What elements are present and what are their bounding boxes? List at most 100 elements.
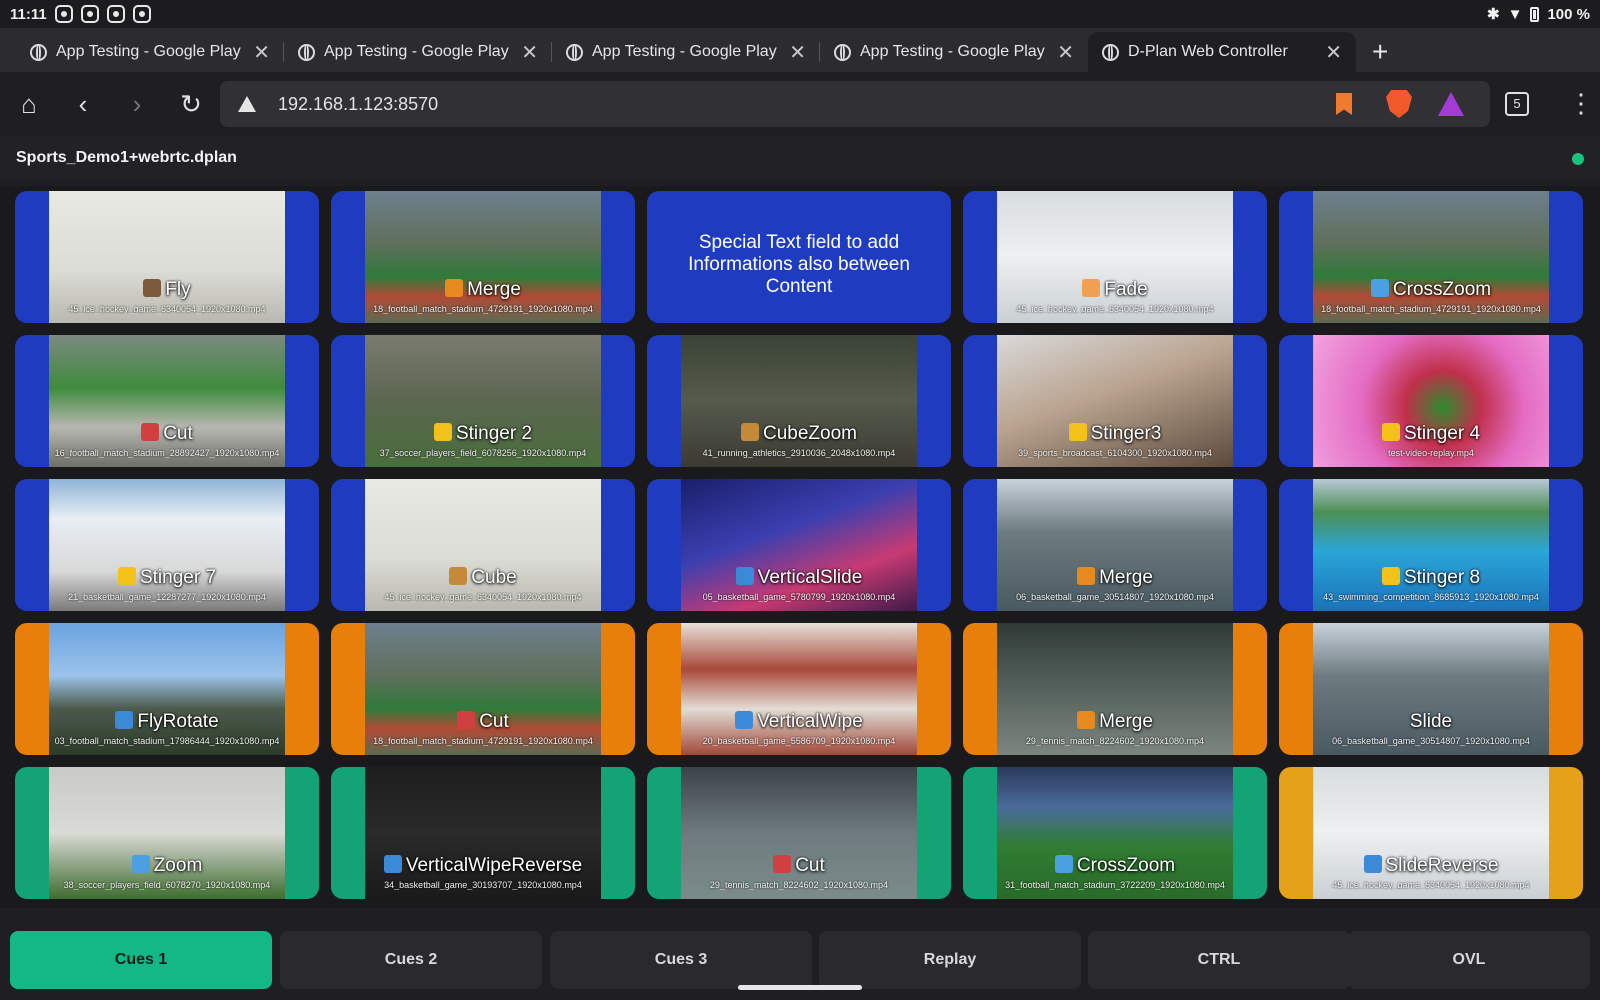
cue-button[interactable]: Stinger 2 37_soccer_players_field_6078256… bbox=[331, 335, 635, 467]
tab-cues-1[interactable]: Cues 1 bbox=[10, 931, 272, 989]
left-arrow-icon bbox=[1363, 855, 1382, 873]
cue-button[interactable]: Cut 16_football_match_stadium_28892427_19… bbox=[15, 335, 319, 467]
down-arrow-icon bbox=[735, 711, 754, 729]
cue-label: Stinger 7 bbox=[15, 567, 319, 589]
tab-replay[interactable]: Replay bbox=[819, 931, 1081, 989]
cue-button[interactable]: CrossZoom 18_football_match_stadium_47291… bbox=[1279, 191, 1583, 323]
tab-ovl[interactable]: OVL bbox=[1348, 931, 1590, 989]
close-icon[interactable]: ✕ bbox=[521, 40, 538, 65]
cue-button[interactable]: Merge 29_tennis_match_8224602_1920x1080.m… bbox=[963, 623, 1267, 755]
brave-shields-icon[interactable] bbox=[1386, 90, 1412, 118]
cue-label: Slide bbox=[1279, 711, 1583, 733]
tab-ctrl[interactable]: CTRL bbox=[1088, 931, 1350, 989]
tab-cues-2[interactable]: Cues 2 bbox=[280, 931, 542, 989]
url-text[interactable]: 192.168.1.123:8570 bbox=[278, 94, 1336, 115]
cue-text: Special Text field to add Informations a… bbox=[688, 232, 910, 297]
cue-filename: 39_sports_broadcast_6104300_1920x1080.mp… bbox=[1018, 448, 1212, 458]
tab-title: D-Plan Web Controller bbox=[1128, 43, 1288, 60]
cue-filename: 45_ice_hockey_game_6340054_1920x1080.mp4 bbox=[384, 592, 582, 602]
reload-icon[interactable]: ↻ bbox=[164, 77, 218, 131]
close-icon[interactable]: ✕ bbox=[253, 40, 270, 65]
cue-button[interactable]: FlyRotate 03_football_match_stadium_17986… bbox=[15, 623, 319, 755]
home-icon[interactable]: ⌂ bbox=[2, 77, 56, 131]
browser-tab[interactable]: App Testing - Google Play ✕ bbox=[16, 32, 284, 72]
cue-transition-name: FlyRotate bbox=[137, 711, 219, 732]
cue-transition-name: VerticalWipe bbox=[757, 711, 863, 732]
cue-button[interactable]: SlideReverse 45_ice_hockey_game_6340054_1… bbox=[1279, 767, 1583, 899]
cue-button[interactable]: CrossZoom 31_football_match_stadium_37222… bbox=[963, 767, 1267, 899]
cue-filename: 29_tennis_match_8224602_1920x1080.mp4 bbox=[709, 880, 889, 890]
cue-filename: 16_football_match_stadium_28892427_1920x… bbox=[54, 448, 280, 458]
tab-title: App Testing - Google Play bbox=[56, 43, 241, 60]
cue-button[interactable]: Stinger 8 43_swimming_competition_8685913… bbox=[1279, 479, 1583, 611]
tab-count-button[interactable]: 5 bbox=[1505, 92, 1529, 116]
cue-button[interactable]: Merge 18_football_match_stadium_4729191_1… bbox=[331, 191, 635, 323]
brave-rewards-icon[interactable] bbox=[1438, 92, 1464, 116]
close-icon[interactable]: ✕ bbox=[1057, 40, 1074, 65]
cue-label: Merge bbox=[331, 279, 635, 301]
cue-button[interactable]: VerticalSlide 05_basketball_game_5780799_… bbox=[647, 479, 951, 611]
tab-cues-3[interactable]: Cues 3 bbox=[550, 931, 812, 989]
browser-tab[interactable]: App Testing - Google Play ✕ bbox=[820, 32, 1088, 72]
merge-icon bbox=[1077, 711, 1096, 729]
cue-button[interactable]: Cube 45_ice_hockey_game_6340054_1920x1080… bbox=[331, 479, 635, 611]
cue-button[interactable]: Merge 06_basketball_game_30514807_1920x10… bbox=[963, 479, 1267, 611]
cue-transition-name: Fly bbox=[165, 279, 191, 300]
back-icon[interactable]: ‹ bbox=[56, 77, 110, 131]
cue-button[interactable]: VerticalWipe 20_basketball_game_5586709_1… bbox=[647, 623, 951, 755]
cue-label: Merge bbox=[963, 567, 1267, 589]
star-icon bbox=[1068, 423, 1087, 441]
cue-transition-name: Merge bbox=[1099, 711, 1153, 732]
notification-icon bbox=[54, 5, 73, 23]
cue-filename: 29_tennis_match_8224602_1920x1080.mp4 bbox=[1025, 736, 1205, 746]
address-bar[interactable]: 192.168.1.123:8570 bbox=[220, 81, 1490, 127]
cue-label: Cut bbox=[331, 711, 635, 733]
browser-tab-active[interactable]: D-Plan Web Controller ✕ bbox=[1088, 32, 1356, 72]
cue-filename: 45_ice_hockey_game_6340054_1920x1080.mp4 bbox=[1332, 880, 1530, 890]
close-icon[interactable]: ✕ bbox=[789, 40, 806, 65]
cue-button[interactable]: Stinger 4 test-video-replay.mp4 bbox=[1279, 335, 1583, 467]
cue-button[interactable]: VerticalWipeReverse 34_basketball_game_30… bbox=[331, 767, 635, 899]
cue-button[interactable]: Special Text field to add Informations a… bbox=[647, 191, 951, 323]
cue-button[interactable]: Fly 45_ice_hockey_game_6340054_1920x1080.… bbox=[15, 191, 319, 323]
cue-label: CrossZoom bbox=[963, 855, 1267, 877]
down-arrow-icon bbox=[735, 567, 754, 585]
cue-button[interactable]: Fade 45_ice_hockey_game_6340054_1920x1080… bbox=[963, 191, 1267, 323]
globe-icon bbox=[298, 43, 315, 61]
connection-status-indicator bbox=[1572, 153, 1584, 165]
cue-filename: test-video-replay.mp4 bbox=[1388, 448, 1474, 458]
cue-button[interactable]: Cut 18_football_match_stadium_4729191_192… bbox=[331, 623, 635, 755]
bookmark-icon[interactable] bbox=[1336, 93, 1352, 115]
browser-tab[interactable]: App Testing - Google Play ✕ bbox=[284, 32, 552, 72]
cue-filename: 43_swimming_competition_8685913_1920x108… bbox=[1323, 592, 1539, 602]
cue-filename: 34_basketball_game_30193707_1920x1080.mp… bbox=[384, 880, 582, 890]
close-icon[interactable]: ✕ bbox=[1325, 40, 1342, 65]
new-tab-button[interactable]: + bbox=[1372, 32, 1388, 72]
scissors-icon bbox=[773, 855, 792, 873]
cue-button[interactable]: Cut 29_tennis_match_8224602_1920x1080.mp4 bbox=[647, 767, 951, 899]
cue-button[interactable]: CubeZoom 41_running_athletics_2910036_204… bbox=[647, 335, 951, 467]
cue-transition-name: Merge bbox=[1099, 567, 1153, 588]
tab-title: App Testing - Google Play bbox=[592, 43, 777, 60]
clock: 11:11 bbox=[10, 5, 47, 23]
cue-button[interactable]: Stinger3 39_sports_broadcast_6104300_1920… bbox=[963, 335, 1267, 467]
cue-label: Cube bbox=[331, 567, 635, 589]
system-status-bar: 11:11 ✱ ▼ 100 % bbox=[0, 0, 1600, 28]
cue-filename: 18_football_match_stadium_4729191_1920x1… bbox=[373, 736, 593, 746]
forward-icon[interactable]: › bbox=[110, 77, 164, 131]
cue-button[interactable]: Zoom 38_soccer_players_field_6078270_1920… bbox=[15, 767, 319, 899]
browser-tab[interactable]: App Testing - Google Play ✕ bbox=[552, 32, 820, 72]
cue-transition-name: Merge bbox=[467, 279, 521, 300]
cue-transition-name: Zoom bbox=[153, 855, 203, 876]
magnifier-icon bbox=[131, 855, 150, 873]
cue-transition-name: Stinger3 bbox=[1090, 423, 1162, 444]
cue-filename: 03_football_match_stadium_17986444_1920x… bbox=[54, 736, 280, 746]
cue-filename: 38_soccer_players_field_6078270_1920x108… bbox=[63, 880, 271, 890]
warning-icon[interactable] bbox=[238, 96, 256, 112]
notification-icon bbox=[106, 5, 125, 23]
menu-icon[interactable]: ⋮ bbox=[1568, 86, 1594, 120]
cue-button[interactable]: Slide 06_basketball_game_30514807_1920x10… bbox=[1279, 623, 1583, 755]
cue-label: FlyRotate bbox=[15, 711, 319, 733]
cue-filename: 21_basketball_game_12287277_1920x1080.mp… bbox=[68, 592, 266, 602]
cue-button[interactable]: Stinger 7 21_basketball_game_12287277_192… bbox=[15, 479, 319, 611]
